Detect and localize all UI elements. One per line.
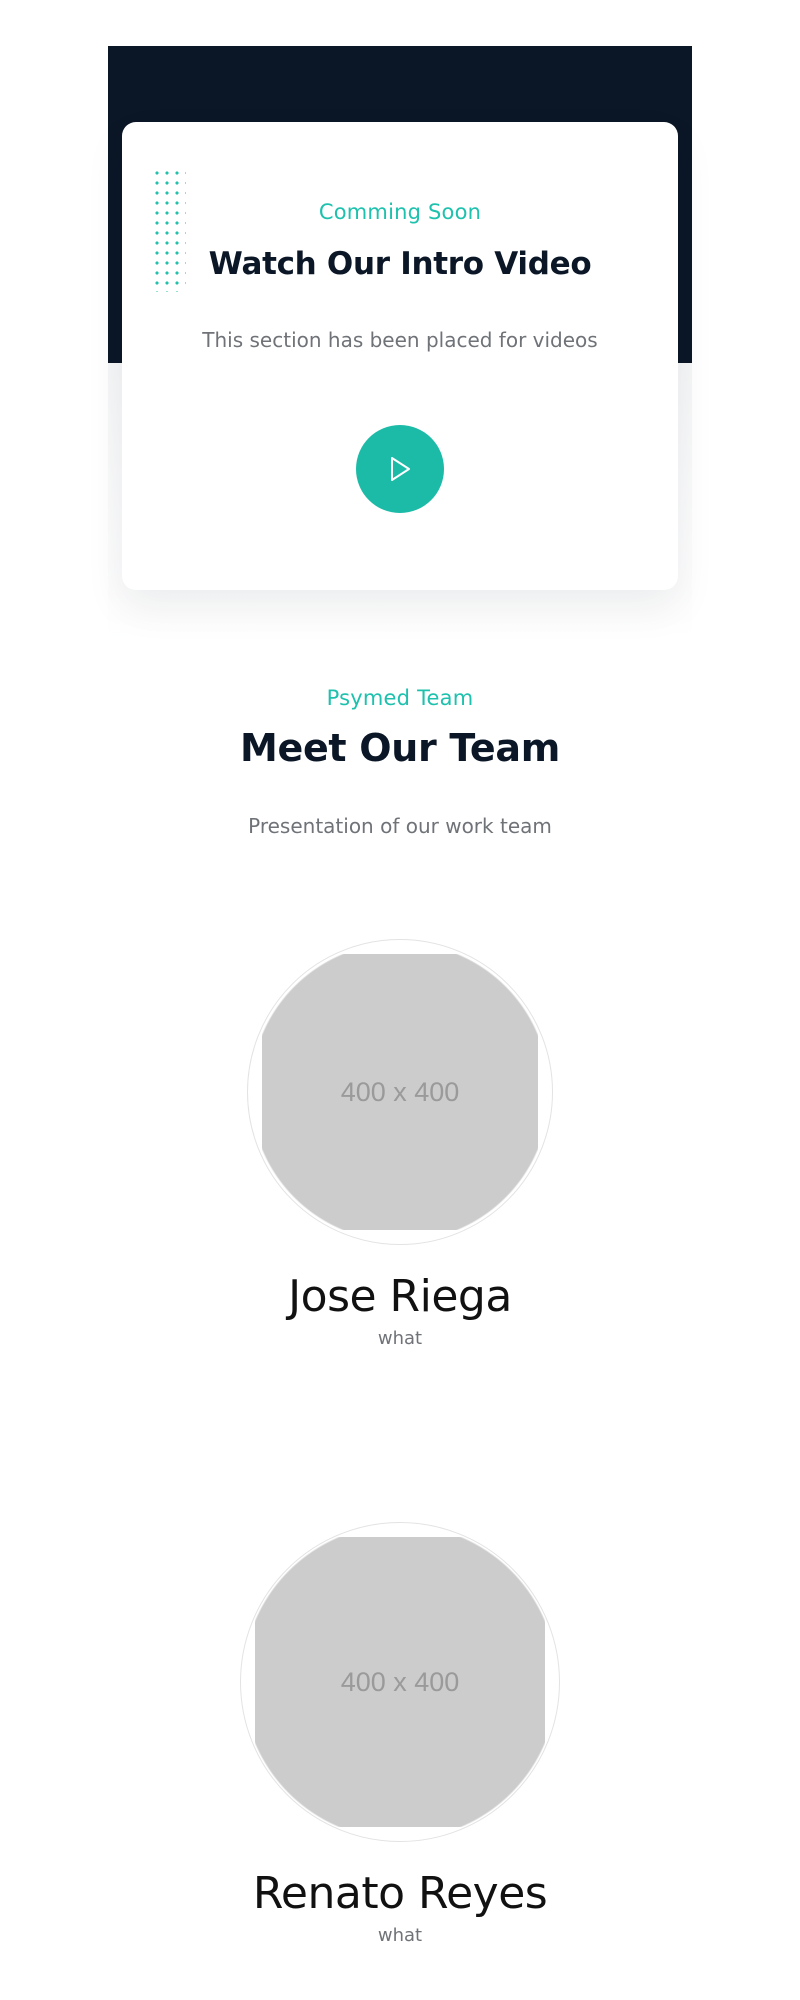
video-description: This section has been placed for videos xyxy=(202,328,598,352)
page: Comming Soon Watch Our Intro Video This … xyxy=(0,0,800,2000)
member-role: what xyxy=(377,1925,423,1946)
avatar: 400 x 400 xyxy=(240,1522,560,1842)
member-name: Renato Reyes xyxy=(252,1868,548,1919)
video-card: Comming Soon Watch Our Intro Video This … xyxy=(122,122,678,590)
video-title: Watch Our Intro Video xyxy=(208,246,592,282)
team-member-card: 400 x 400 Renato Reyes what xyxy=(0,1522,800,1946)
member-name: Jose Riega xyxy=(288,1271,512,1322)
avatar: 400 x 400 xyxy=(247,939,553,1245)
team-eyebrow: Psymed Team xyxy=(326,686,474,710)
member-role: what xyxy=(377,1328,423,1349)
avatar-placeholder-label: 400 x 400 xyxy=(340,1666,460,1697)
video-eyebrow: Comming Soon xyxy=(318,200,482,224)
play-icon xyxy=(391,457,410,481)
avatar-placeholder-label: 400 x 400 xyxy=(340,1076,460,1107)
play-button[interactable] xyxy=(356,425,444,513)
team-member-card: 400 x 400 Jose Riega what xyxy=(0,939,800,1349)
team-title: Meet Our Team xyxy=(239,726,561,770)
team-description: Presentation of our work team xyxy=(248,814,552,838)
